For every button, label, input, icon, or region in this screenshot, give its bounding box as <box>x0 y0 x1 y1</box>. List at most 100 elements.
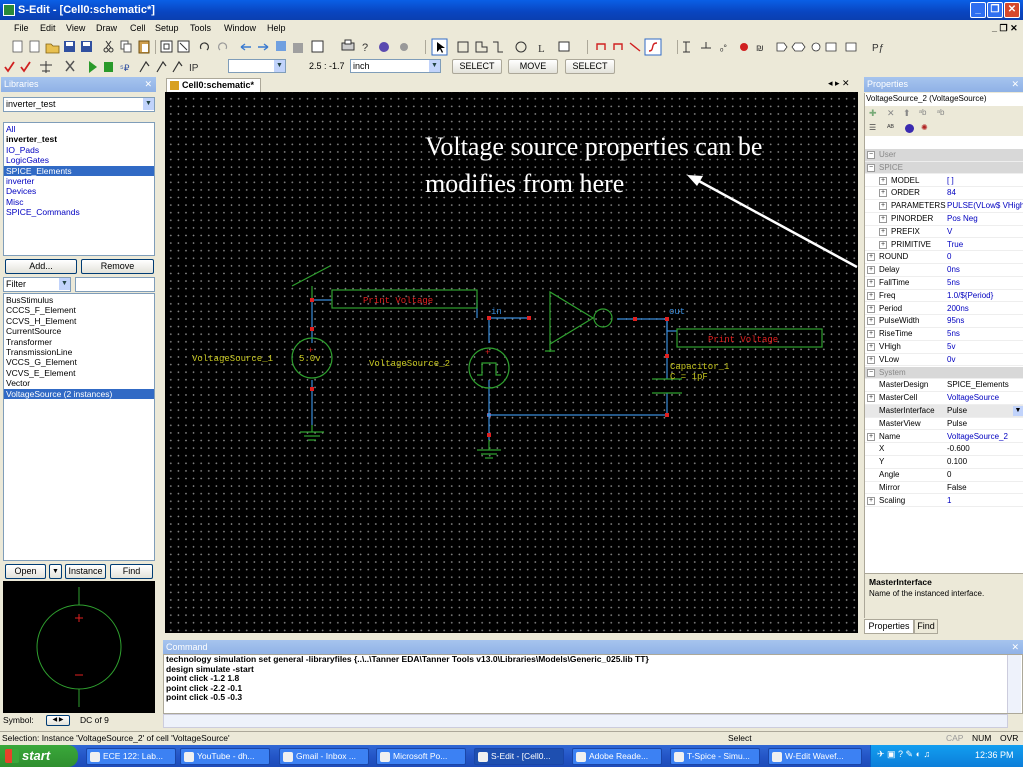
expand-icon[interactable]: + <box>879 176 887 185</box>
menu-view[interactable]: View <box>66 23 85 33</box>
property-value[interactable]: 0v <box>947 354 1023 367</box>
command-output[interactable]: technology simulation set general -libra… <box>163 654 1023 714</box>
property-row[interactable]: + VLow 0v <box>865 354 1023 367</box>
cell-list-item[interactable]: CCVS_H_Element <box>4 316 154 326</box>
expand-icon[interactable]: + <box>867 394 875 403</box>
filter-select[interactable]: Filter ▼ <box>3 277 71 292</box>
unit-select[interactable]: inch ▼ <box>350 59 441 73</box>
property-value[interactable]: VoltageSource <box>947 392 1023 405</box>
expand-icon[interactable]: + <box>867 317 875 326</box>
property-row[interactable]: + Freq 1.0/${Period} <box>865 290 1023 303</box>
task-wedit[interactable]: W-Edit Wavef... <box>768 748 862 765</box>
symbol-pager[interactable]: ◀ ▶ <box>46 715 70 726</box>
property-value[interactable]: [ ] <box>947 175 1023 188</box>
property-value[interactable]: True <box>947 239 1023 252</box>
property-row[interactable]: MasterInterface Pulse ▼ <box>865 405 1023 418</box>
cell-list-item[interactable]: VoltageSource (2 instances) <box>4 388 154 399</box>
property-value[interactable]: Pulse <box>947 405 1023 418</box>
cell-list-item[interactable]: TransmissionLine <box>4 347 154 357</box>
editor-tab[interactable]: Cell0:schematic* <box>166 78 261 92</box>
property-row[interactable]: + RiseTime 5ns <box>865 328 1023 341</box>
close-button[interactable]: ✕ <box>1004 2 1020 18</box>
property-value[interactable]: False <box>947 482 1023 495</box>
expand-icon[interactable]: + <box>879 202 887 211</box>
add-property-icon[interactable]: ✚ <box>869 108 877 119</box>
property-value[interactable]: 5ns <box>947 277 1023 290</box>
maximize-button[interactable]: ❐ <box>987 2 1003 18</box>
sort-za-icon[interactable]: ᵃb <box>937 108 944 117</box>
property-row[interactable]: + Scaling 1 <box>865 495 1023 508</box>
expand-icon[interactable]: + <box>879 227 887 236</box>
menu-edit[interactable]: Edit <box>40 23 56 33</box>
property-value[interactable]: 0 <box>947 469 1023 482</box>
cell-list-item[interactable]: BusStimulus <box>4 295 154 305</box>
filter-input[interactable] <box>75 277 155 292</box>
expand-icon[interactable]: + <box>879 189 887 198</box>
property-value[interactable]: V <box>947 226 1023 239</box>
library-item[interactable]: inverter <box>4 176 154 186</box>
mode-move-button[interactable]: MOVE <box>508 59 558 74</box>
alphabetical-icon[interactable]: ᴬᴮ <box>887 123 894 132</box>
property-value[interactable]: 5v <box>947 341 1023 354</box>
bug-icon[interactable]: ✺ <box>921 123 928 132</box>
library-item[interactable]: All <box>4 124 154 134</box>
chevron-down-icon[interactable]: ▼ <box>1013 406 1023 416</box>
menu-file[interactable]: File <box>14 23 29 33</box>
property-row[interactable]: + ROUND 0 <box>865 251 1023 265</box>
property-row[interactable]: MasterView Pulse <box>865 418 1023 431</box>
cell-list-item[interactable]: Vector <box>4 378 154 388</box>
cell-list-item[interactable]: VCCS_G_Element <box>4 357 154 367</box>
instance-button[interactable]: Instance <box>65 564 106 579</box>
property-row[interactable]: + PREFIX V <box>865 226 1023 239</box>
mode-select2-button[interactable]: SELECT <box>565 59 615 74</box>
menu-help[interactable]: Help <box>267 23 286 33</box>
property-value[interactable]: PULSE(VLow$ VHigh <box>947 200 1023 213</box>
command-scrollbar[interactable] <box>1007 655 1021 713</box>
expand-icon[interactable]: + <box>867 291 875 300</box>
minimize-button[interactable]: _ <box>970 2 986 18</box>
property-row[interactable]: Y 0.100 <box>865 456 1023 469</box>
property-value[interactable]: 5ns <box>947 328 1023 341</box>
library-item[interactable]: SPICE_Elements <box>4 165 154 176</box>
property-row[interactable]: Angle 0 <box>865 469 1023 482</box>
panel-close-icon[interactable]: ✕ <box>1011 640 1019 655</box>
property-row[interactable]: + MODEL[ ] <box>865 175 1023 188</box>
property-row[interactable]: + Delay 0ns <box>865 264 1023 277</box>
schematic-graphic[interactable]: + + Print Voltage Print Voltage in out V… <box>165 92 858 633</box>
property-value[interactable]: Pulse <box>947 418 1023 431</box>
property-value[interactable]: -0.600 <box>947 443 1023 456</box>
panel-close-icon[interactable]: ✕ <box>144 77 152 92</box>
collapse-icon[interactable]: − <box>867 151 875 159</box>
tab-properties[interactable]: Properties <box>864 619 914 634</box>
property-row[interactable]: X -0.600 <box>865 443 1023 457</box>
properties-toolbar[interactable]: ✚ ✕ ⬆ ᵃb ᵃb <box>865 106 1023 121</box>
command-hscrollbar[interactable] <box>163 714 1008 728</box>
expand-icon[interactable]: + <box>867 266 875 275</box>
property-row[interactable]: + PARAMETERS PULSE(VLow$ VHigh <box>865 200 1023 213</box>
menu-draw[interactable]: Draw <box>96 23 117 33</box>
property-value[interactable]: 1 <box>947 495 1023 508</box>
remove-library-button[interactable]: Remove <box>81 259 154 274</box>
property-value[interactable]: SPICE_Elements <box>947 379 1023 392</box>
expand-icon[interactable]: + <box>879 240 887 249</box>
cell-list-item[interactable]: Transformer <box>4 337 154 347</box>
toolbar-icons[interactable]: ? L ₒ° ₪ Pƒ <box>0 37 1023 57</box>
color-icon[interactable] <box>905 124 914 133</box>
property-row[interactable]: + ORDER 84 <box>865 187 1023 201</box>
property-row[interactable]: + VHigh 5v <box>865 341 1023 354</box>
property-value[interactable]: 200ns <box>947 303 1023 316</box>
find-cell-button[interactable]: Find <box>110 564 153 579</box>
property-row[interactable]: − System <box>865 366 1023 380</box>
move-up-icon[interactable]: ⬆ <box>903 108 911 119</box>
expand-icon[interactable]: + <box>867 253 875 262</box>
property-row[interactable]: + FallTime 5ns <box>865 277 1023 290</box>
panel-close-icon[interactable]: ✕ <box>1011 77 1019 92</box>
sort-az-icon[interactable]: ᵃb <box>919 108 926 117</box>
properties-toolbar-2[interactable]: ☰ ᴬᴮ ✺ <box>865 121 1023 136</box>
library-item[interactable]: inverter_test <box>4 134 154 144</box>
library-item[interactable]: Misc <box>4 197 154 207</box>
task-powerpoint[interactable]: Microsoft Po... <box>376 748 466 765</box>
property-row[interactable]: − SPICE <box>865 161 1023 175</box>
property-row[interactable]: MasterDesign SPICE_Elements <box>865 379 1023 393</box>
library-item[interactable]: Devices <box>4 186 154 196</box>
